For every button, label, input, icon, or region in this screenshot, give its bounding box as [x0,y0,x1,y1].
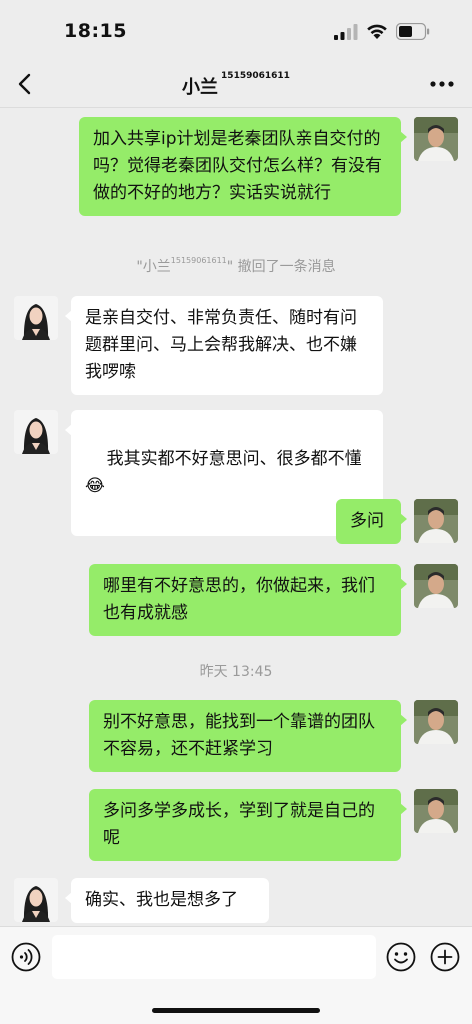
contact-photo-icon [14,296,58,340]
user-photo-icon [414,499,458,543]
plus-icon[interactable] [429,941,461,973]
contact-name: 小兰 [182,77,219,98]
message-bubble[interactable]: 哪里有不好意思的，你做起来，我们也有成就感 [89,564,407,636]
laughing-emoji-icon: 😂 [85,476,105,496]
my-avatar[interactable] [414,789,458,833]
recall-name: "小兰 [136,259,171,275]
message-list[interactable]: 加入共享ip计划是老秦团队亲自交付的吗？觉得老秦团队交付怎么样？有没有做的不好的… [0,108,472,926]
user-photo-icon [414,117,458,161]
message-text: 我其实都不好意思问、很多都不懂 [106,449,362,469]
more-icon[interactable] [424,68,460,100]
message-bubble[interactable]: 确实、我也是想多了 [65,878,269,923]
message-bubble[interactable]: 别不好意思，能找到一个靠谱的团队不容易，还不赶紧学习 [89,700,407,772]
my-avatar[interactable] [414,117,458,161]
wifi-icon [367,24,387,39]
user-photo-icon [414,700,458,744]
home-indicator [152,1008,320,1013]
my-avatar[interactable] [414,564,458,608]
recall-notice: "小兰15159061611" 撤回了一条消息 [0,256,472,276]
status-time: 18:15 [64,20,127,42]
cellular-signal-icon [334,24,358,40]
message-bubble[interactable]: 是亲自交付、非常负责任、随时有问题群里问、马上会帮我解决、也不嫌我啰嗦 [65,296,383,395]
contact-phone: 15159061611 [221,71,290,81]
voice-icon[interactable] [10,941,42,973]
chat-title: 小兰15159061611 [0,71,472,99]
contact-avatar[interactable] [14,878,58,922]
status-bar: 18:15 [0,0,472,60]
message-bubble[interactable]: 多问 [336,499,407,544]
emoji-icon[interactable] [385,941,417,973]
message-bubble[interactable]: 多问多学多成长，学到了就是自己的呢 [89,789,407,861]
chat-header: 小兰15159061611 [0,60,472,108]
battery-icon [396,23,430,40]
my-avatar[interactable] [414,499,458,543]
user-photo-icon [414,564,458,608]
contact-photo-icon [14,878,58,922]
recall-phone: 15159061611 [170,256,227,265]
message-input[interactable] [52,935,376,979]
timestamp: 昨天 13:45 [199,664,273,680]
contact-photo-icon [14,410,58,454]
message-bubble[interactable]: 加入共享ip计划是老秦团队亲自交付的吗？觉得老秦团队交付怎么样？有没有做的不好的… [79,117,407,216]
recall-text: " 撤回了一条消息 [226,259,336,275]
user-photo-icon [414,789,458,833]
my-avatar[interactable] [414,700,458,744]
contact-avatar[interactable] [14,296,58,340]
contact-avatar[interactable] [14,410,58,454]
